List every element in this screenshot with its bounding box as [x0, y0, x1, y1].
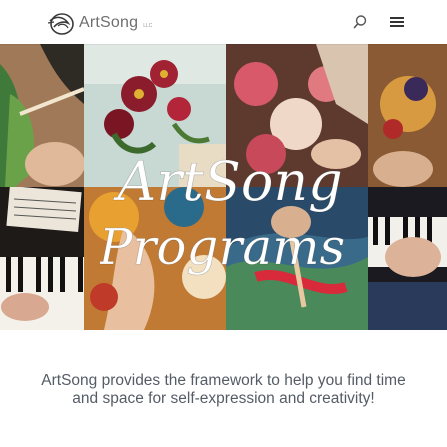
hero-script-title: ArtSong Programs — [100, 150, 346, 277]
hero-title-line2: Programs — [100, 218, 345, 276]
site-header: ArtSong LLC — [0, 0, 447, 44]
piano-sheet-music-tile — [0, 187, 84, 330]
search-icon[interactable] — [351, 13, 369, 31]
painting-hand-tile — [0, 44, 84, 187]
abstract-painting-tile — [368, 44, 447, 187]
logo-suffix: LLC — [143, 23, 153, 29]
hero-title-line1: ArtSong — [112, 150, 342, 213]
logo-text: ArtSong — [79, 14, 139, 31]
tagline-line1: ArtSong provides the framework to help y… — [41, 372, 406, 389]
piano-hand-tile — [368, 187, 447, 330]
hero-collage: ArtSong Programs — [0, 44, 447, 330]
hamburger-menu-icon[interactable] — [389, 14, 405, 30]
tagline: ArtSong provides the framework to help y… — [0, 372, 447, 408]
bird-logo-icon — [47, 13, 74, 35]
artsong-logo[interactable]: ArtSong LLC — [46, 9, 152, 37]
tagline-line2: and space for self-expression and creati… — [72, 390, 375, 407]
